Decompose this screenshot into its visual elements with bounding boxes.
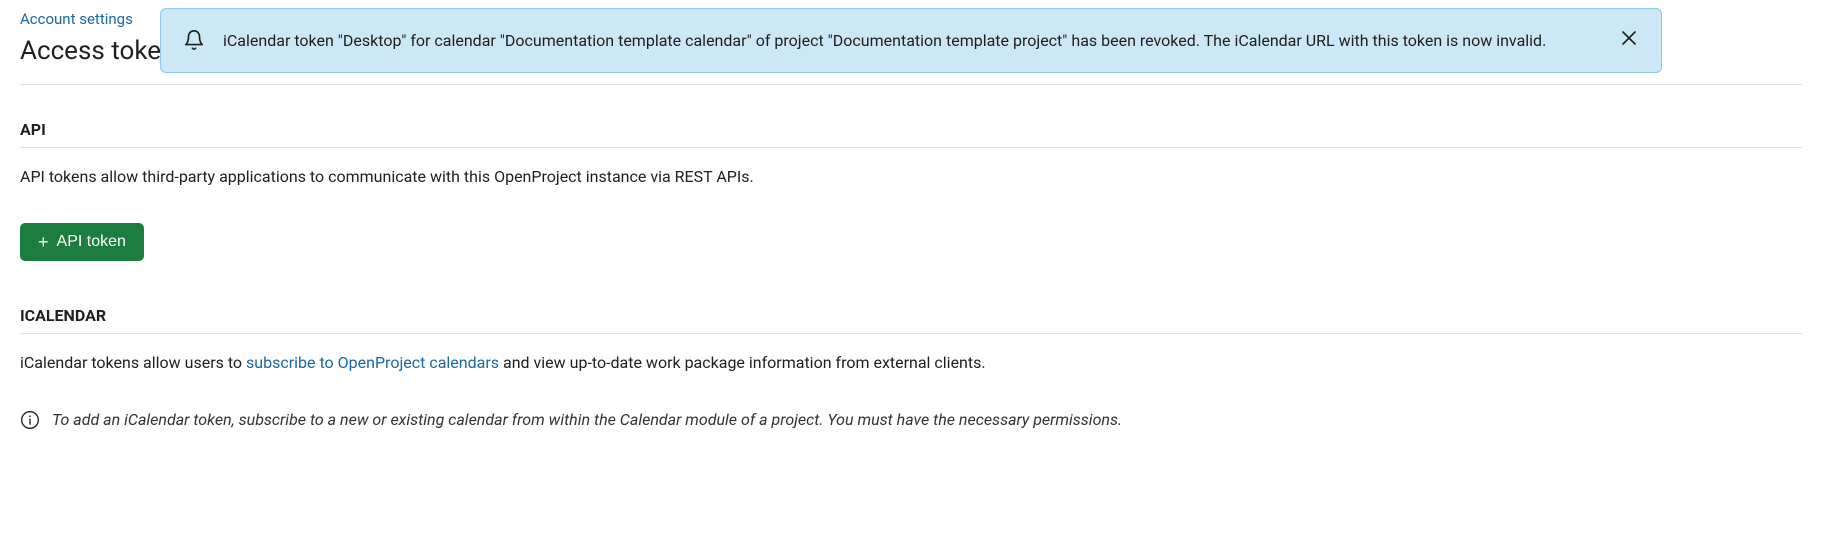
toast-message: iCalendar token "Desktop" for calendar "… [223, 27, 1601, 54]
icalendar-info-text: To add an iCalendar token, subscribe to … [52, 410, 1122, 429]
api-description: API tokens allow third-party application… [20, 166, 1802, 188]
toast-close-button[interactable] [1619, 29, 1639, 49]
section-heading-icalendar: ICALENDAR [20, 306, 1802, 334]
section-heading-api: API [20, 120, 1802, 148]
close-icon [1622, 31, 1636, 48]
info-icon [20, 410, 40, 430]
subscribe-calendars-link[interactable]: subscribe to OpenProject calendars [246, 353, 499, 372]
icalendar-desc-pre: iCalendar tokens allow users to [20, 353, 246, 372]
bell-icon [183, 29, 205, 51]
icalendar-description: iCalendar tokens allow users to subscrib… [20, 352, 1802, 374]
api-token-button-label: API token [57, 233, 126, 251]
add-api-token-button[interactable]: + API token [20, 223, 144, 261]
notification-toast: iCalendar token "Desktop" for calendar "… [160, 8, 1662, 73]
icalendar-info-row: To add an iCalendar token, subscribe to … [20, 410, 1802, 430]
icalendar-desc-post: and view up-to-date work package informa… [499, 353, 986, 372]
breadcrumb-link[interactable]: Account settings [20, 10, 133, 28]
plus-icon: + [38, 233, 49, 251]
